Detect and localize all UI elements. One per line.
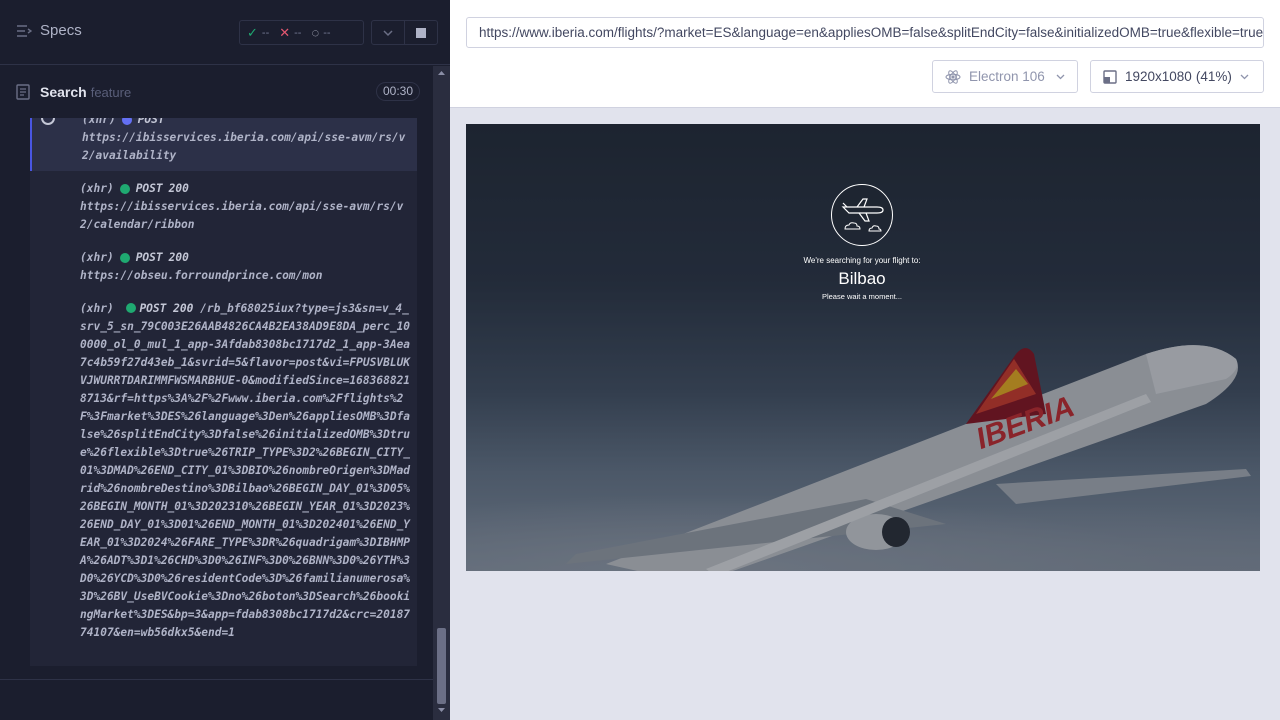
chevron-down-icon bbox=[383, 29, 393, 36]
browser-label: Electron 106 bbox=[969, 69, 1045, 84]
status-dot-icon bbox=[126, 303, 137, 313]
status-dot-icon bbox=[121, 118, 132, 125]
run-options-dropdown[interactable] bbox=[371, 20, 405, 45]
test-stats: ✓ -- ✕ -- ◌ -- bbox=[239, 20, 364, 45]
reporter-panel: Specs ✓ -- ✕ -- ◌ -- Search feature 00:3… bbox=[0, 0, 450, 720]
scrollbar-thumb[interactable] bbox=[437, 628, 446, 704]
aut-header: https://www.iberia.com/flights/?market=E… bbox=[450, 0, 1280, 108]
document-icon bbox=[16, 84, 30, 100]
search-loader: We're searching for your flight to: Bilb… bbox=[762, 184, 962, 301]
aut-panel: https://www.iberia.com/flights/?market=E… bbox=[450, 0, 1280, 720]
chevron-down-icon bbox=[1240, 74, 1249, 79]
pending-icon: ◌ bbox=[311, 25, 320, 40]
pending-count: -- bbox=[323, 26, 331, 39]
command-log: (xhr) POST https://ibisservices.iberia.c… bbox=[30, 118, 417, 666]
wait-text: Please wait a moment... bbox=[821, 292, 903, 301]
log-url: https://ibisservices.iberia.com/api/sse-… bbox=[82, 131, 406, 162]
log-tag: (xhr) bbox=[82, 118, 116, 126]
destination-city: Bilbao bbox=[838, 269, 886, 288]
viewport-icon bbox=[1103, 69, 1117, 84]
log-method: POST bbox=[135, 182, 163, 195]
specs-toggle-button[interactable]: Specs bbox=[16, 22, 82, 39]
scroll-down-icon[interactable] bbox=[437, 706, 446, 714]
pending-stat: ◌ -- bbox=[311, 25, 330, 40]
log-tag: (xhr) bbox=[80, 182, 114, 195]
failed-count: -- bbox=[294, 26, 302, 39]
pin-icon bbox=[41, 118, 55, 125]
log-entry-0[interactable]: (xhr) POST https://ibisservices.iberia.c… bbox=[30, 118, 417, 171]
url-bar[interactable]: https://www.iberia.com/flights/?market=E… bbox=[466, 17, 1264, 48]
searching-text: We're searching for your flight to: bbox=[803, 256, 921, 265]
log-method: POST bbox=[137, 118, 165, 126]
command-log-scrollbar[interactable] bbox=[433, 66, 450, 720]
browser-selector[interactable]: Electron 106 bbox=[932, 60, 1078, 93]
viewport-scale: (41%) bbox=[1195, 69, 1232, 84]
reporter-header: Specs ✓ -- ✕ -- ◌ -- bbox=[0, 0, 450, 65]
specs-label: Specs bbox=[40, 22, 82, 39]
passed-count: -- bbox=[261, 26, 270, 39]
log-method: POST bbox=[135, 251, 163, 264]
stop-icon bbox=[416, 27, 426, 38]
chevron-down-icon bbox=[1056, 74, 1065, 79]
check-icon: ✓ bbox=[247, 24, 258, 40]
log-url: https://ibisservices.iberia.com/api/sse-… bbox=[80, 200, 404, 231]
status-dot-icon bbox=[119, 184, 130, 194]
spec-header: Search feature 00:30 bbox=[0, 66, 432, 118]
log-status: 200 bbox=[168, 251, 189, 264]
log-url: https://obseu.forroundprince.com/mon bbox=[80, 269, 323, 282]
spec-extension: feature bbox=[90, 84, 132, 100]
airplane-cloud-icon bbox=[831, 184, 893, 246]
log-url: /rb_bf68025iux?type=js3&sn=v_4_srv_5_sn_… bbox=[80, 302, 411, 639]
passed-stat: ✓ -- bbox=[247, 25, 269, 41]
spec-duration: 00:30 bbox=[376, 82, 421, 101]
failed-stat: ✕ -- bbox=[279, 25, 301, 41]
divider bbox=[0, 679, 433, 680]
log-status: 200 bbox=[168, 182, 189, 195]
specs-list-icon bbox=[17, 24, 32, 37]
log-tag: (xhr) bbox=[80, 251, 114, 264]
log-entry-2[interactable]: (xhr) POST 200 https://obseu.forroundpri… bbox=[30, 249, 417, 291]
scroll-up-icon[interactable] bbox=[437, 69, 446, 77]
x-icon: ✕ bbox=[279, 24, 291, 40]
viewport-selector[interactable]: 1920x1080 (41%) bbox=[1090, 60, 1264, 93]
stop-button[interactable] bbox=[404, 20, 438, 45]
log-entry-1[interactable]: (xhr) POST 200 https://ibisservices.iber… bbox=[30, 180, 417, 240]
status-dot-icon bbox=[119, 253, 130, 263]
log-method: POST bbox=[139, 302, 167, 315]
viewport-size: 1920x1080 bbox=[1125, 69, 1192, 84]
electron-icon bbox=[945, 69, 961, 84]
log-status: 200 bbox=[173, 302, 194, 315]
spec-name: Search bbox=[40, 84, 87, 100]
log-tag: (xhr) bbox=[80, 302, 114, 315]
aut-iframe[interactable]: IBERIA We're searching for your flight t… bbox=[466, 124, 1260, 571]
log-entry-3-text: (xhr) POST 200 /rb_bf68025iux?type=js3&s… bbox=[80, 300, 411, 642]
log-entry-3[interactable]: (xhr) POST 200 /rb_bf68025iux?type=js3&s… bbox=[30, 300, 417, 648]
